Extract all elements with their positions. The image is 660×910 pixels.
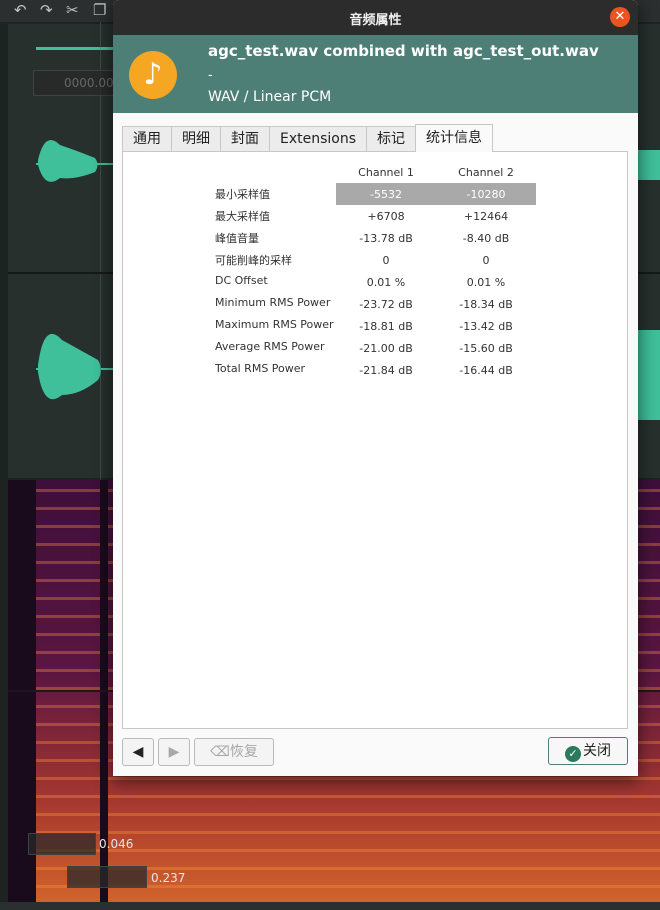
close-icon[interactable]: ✕ (610, 7, 630, 27)
file-header: ♪ agc_test.wav combined with agc_test_ou… (113, 35, 638, 113)
stats-row-label: DC Offset (215, 274, 268, 287)
stats-value-ch2: -16.44 dB (459, 364, 513, 377)
file-name: agc_test.wav combined with agc_test_out.… (208, 42, 599, 60)
stats-value-ch1: -18.81 dB (359, 320, 413, 333)
stats-row-label: Minimum RMS Power (215, 296, 331, 309)
stats-value-ch2: -15.60 dB (459, 342, 513, 355)
stats-value-ch2: 0 (482, 254, 490, 267)
stats-value-ch1: 0.01 % (366, 276, 406, 289)
stats-row-peak[interactable]: 峰值音量 -13.78 dB -8.40 dB (213, 227, 633, 249)
stats-row-dc-offset[interactable]: DC Offset 0.01 % 0.01 % (213, 271, 633, 293)
stats-value-ch1: -23.72 dB (359, 298, 413, 311)
label-b: 0.237 (151, 871, 186, 885)
file-format: WAV / Linear PCM (208, 89, 332, 105)
stats-row-label: 可能削峰的采样 (215, 254, 292, 267)
tab-details[interactable]: 明细 (171, 126, 221, 152)
column-header-channel-1: Channel 1 (358, 166, 414, 179)
stats-value-ch1: -5532 (370, 188, 402, 201)
column-header-channel-2: Channel 2 (458, 166, 514, 179)
stats-row-label: Total RMS Power (215, 362, 306, 375)
stats-row-label: Maximum RMS Power (215, 318, 334, 331)
statistics-panel: Channel 1 Channel 2 最小采样值 -5532 -10280 最… (122, 151, 628, 729)
tab-cover[interactable]: 封面 (220, 126, 270, 152)
dialog-title: 音频属性 (349, 13, 402, 28)
stats-row-total-rms[interactable]: Total RMS Power -21.84 dB -16.44 dB (213, 359, 633, 381)
tab-markers[interactable]: 标记 (366, 126, 417, 152)
stats-row-min-rms[interactable]: Minimum RMS Power -23.72 dB -18.34 dB (213, 293, 633, 315)
stats-value-ch2: -8.40 dB (462, 232, 510, 245)
restore-button[interactable]: ⌫恢复 (194, 738, 274, 766)
stats-value-ch2: -13.42 dB (459, 320, 513, 333)
previous-button[interactable]: ◀ (122, 738, 154, 766)
stats-value-ch2: 0.01 % (466, 276, 506, 289)
value-box (67, 866, 147, 888)
stats-row-label: Average RMS Power (215, 340, 325, 353)
tab-bar: 通用 明细 封面 Extensions 标记 统计信息 (122, 124, 494, 152)
audio-properties-dialog: 音频属性 ✕ ♪ agc_test.wav combined with agc_… (113, 0, 638, 776)
stats-row-label: 最小采样值 (215, 188, 270, 201)
stats-value-ch2: -10280 (466, 188, 506, 201)
time-display-box: 0000.00 (33, 70, 115, 96)
stats-row-max-rms[interactable]: Maximum RMS Power -18.81 dB -13.42 dB (213, 315, 633, 337)
time-display: 0000.00 (64, 76, 114, 90)
timeline-ruler[interactable] (0, 902, 660, 910)
dialog-titlebar[interactable]: 音频属性 ✕ (113, 0, 638, 35)
value-box (28, 833, 96, 855)
music-note-icon: ♪ (129, 51, 177, 99)
stats-value-ch2: -18.34 dB (459, 298, 513, 311)
check-icon: ✓ (565, 746, 581, 762)
stats-row-avg-rms[interactable]: Average RMS Power -21.00 dB -15.60 dB (213, 337, 633, 359)
stats-value-ch1: -21.00 dB (359, 342, 413, 355)
stats-value-ch1: 0 (382, 254, 390, 267)
close-button[interactable]: ✓ 关闭 (548, 737, 628, 765)
stats-row-clipped[interactable]: 可能削峰的采样 0 0 (213, 249, 633, 271)
stats-row-label: 峰值音量 (215, 232, 259, 245)
stats-row-max-sample[interactable]: 最大采样值 +6708 +12464 (213, 205, 633, 227)
stats-value-ch1: -13.78 dB (359, 232, 413, 245)
tab-statistics[interactable]: 统计信息 (415, 124, 494, 152)
tab-extensions[interactable]: Extensions (269, 126, 368, 152)
stats-row-label: 最大采样值 (215, 210, 270, 223)
file-artist: - (208, 68, 213, 83)
stats-value-ch2: +12464 (463, 210, 509, 223)
close-button-label: 关闭 (583, 743, 611, 759)
stats-value-ch1: +6708 (367, 210, 405, 223)
label-a: 0.046 (99, 837, 134, 851)
stats-row-min-sample[interactable]: 最小采样值 -5532 -10280 (213, 183, 633, 205)
stats-value-ch1: -21.84 dB (359, 364, 413, 377)
tab-general[interactable]: 通用 (122, 126, 172, 152)
next-button[interactable]: ▶ (158, 738, 190, 766)
